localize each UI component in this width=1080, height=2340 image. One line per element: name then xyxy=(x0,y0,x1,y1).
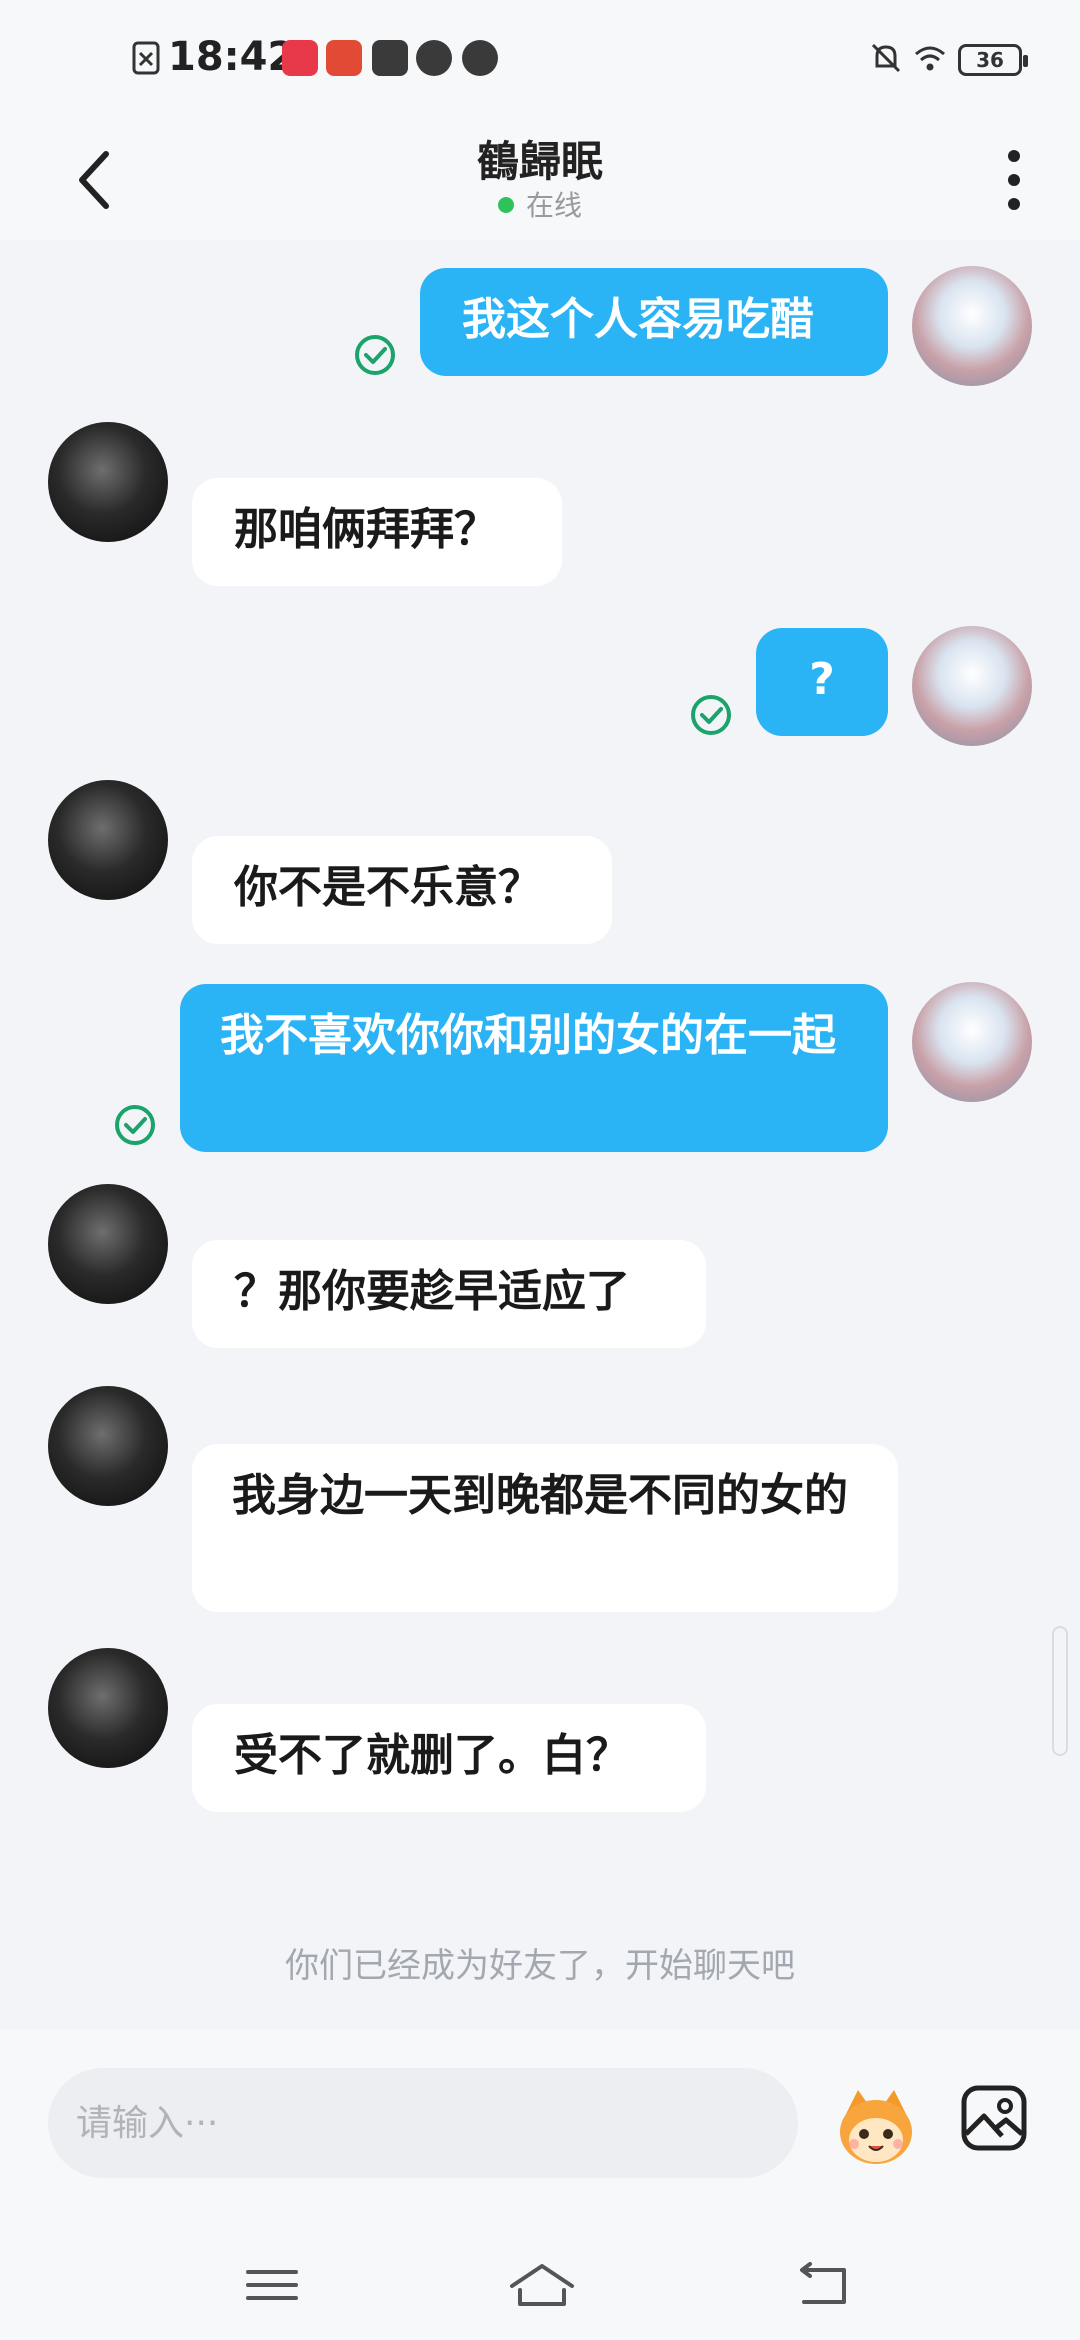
contact-avatar[interactable] xyxy=(48,1386,168,1506)
scrollbar[interactable] xyxy=(1052,1626,1068,1756)
jovi-icon xyxy=(462,40,498,76)
message-input[interactable] xyxy=(48,2068,798,2178)
app-notification-icon xyxy=(282,40,318,76)
outgoing-message[interactable]: 我这个人容易吃醋 xyxy=(420,268,888,376)
sim-icon xyxy=(132,41,160,75)
chat-header: 鶴歸眠 在线 xyxy=(0,120,1080,240)
contact-name: 鶴歸眠 xyxy=(476,137,603,186)
my-avatar[interactable] xyxy=(912,982,1032,1102)
system-note: 你们已经成为好友了，开始聊天吧 xyxy=(285,1946,795,1986)
contact-avatar[interactable] xyxy=(48,422,168,542)
battery-icon: 36 xyxy=(958,44,1028,76)
incoming-message[interactable]: 我身边一天到晚都是不同的女的 xyxy=(192,1444,898,1612)
system-nav-bar xyxy=(0,2230,1080,2340)
input-bar xyxy=(0,2030,1080,2230)
incoming-message[interactable]: 那咱俩拜拜？ xyxy=(192,478,562,586)
video-icon xyxy=(416,40,452,76)
menu-icon[interactable] xyxy=(242,2260,302,2310)
contact-avatar[interactable] xyxy=(48,1184,168,1304)
incoming-message[interactable]: 你不是不乐意？ xyxy=(192,836,612,944)
outgoing-message[interactable]: 我不喜欢你你和别的女的在一起 xyxy=(180,984,888,1152)
read-check-icon xyxy=(355,335,395,375)
wallet-icon xyxy=(372,40,408,76)
more-icon[interactable] xyxy=(1000,144,1028,216)
contact-avatar[interactable] xyxy=(48,780,168,900)
incoming-message[interactable]: 受不了就删了。白？ xyxy=(192,1704,706,1812)
online-dot xyxy=(497,197,514,213)
presence-label: 在线 xyxy=(525,189,582,222)
app-notification-icon xyxy=(326,40,362,76)
image-icon[interactable] xyxy=(958,2082,1030,2154)
emoji-icon[interactable] xyxy=(832,2082,920,2170)
my-avatar[interactable] xyxy=(912,626,1032,746)
wifi-icon xyxy=(915,46,945,71)
my-avatar[interactable] xyxy=(912,266,1032,386)
home-icon[interactable] xyxy=(506,2260,578,2310)
incoming-message[interactable]: ？那你要趁早适应了 xyxy=(192,1240,706,1348)
status-bar: 18:42 36 xyxy=(0,0,1080,120)
message-list[interactable]: 我这个人容易吃醋 那咱俩拜拜？ ? 你不是不乐意？ 我不喜欢你你和别的女的在一起… xyxy=(0,240,1080,2030)
outgoing-message[interactable]: ? xyxy=(756,628,888,736)
back-nav-icon[interactable] xyxy=(794,2260,854,2310)
read-check-icon xyxy=(115,1105,155,1145)
presence-status: 在线 xyxy=(0,184,1080,224)
contact-avatar[interactable] xyxy=(48,1648,168,1768)
mute-icon xyxy=(871,43,901,73)
status-time: 18:42 xyxy=(168,34,296,80)
read-check-icon xyxy=(691,695,731,735)
